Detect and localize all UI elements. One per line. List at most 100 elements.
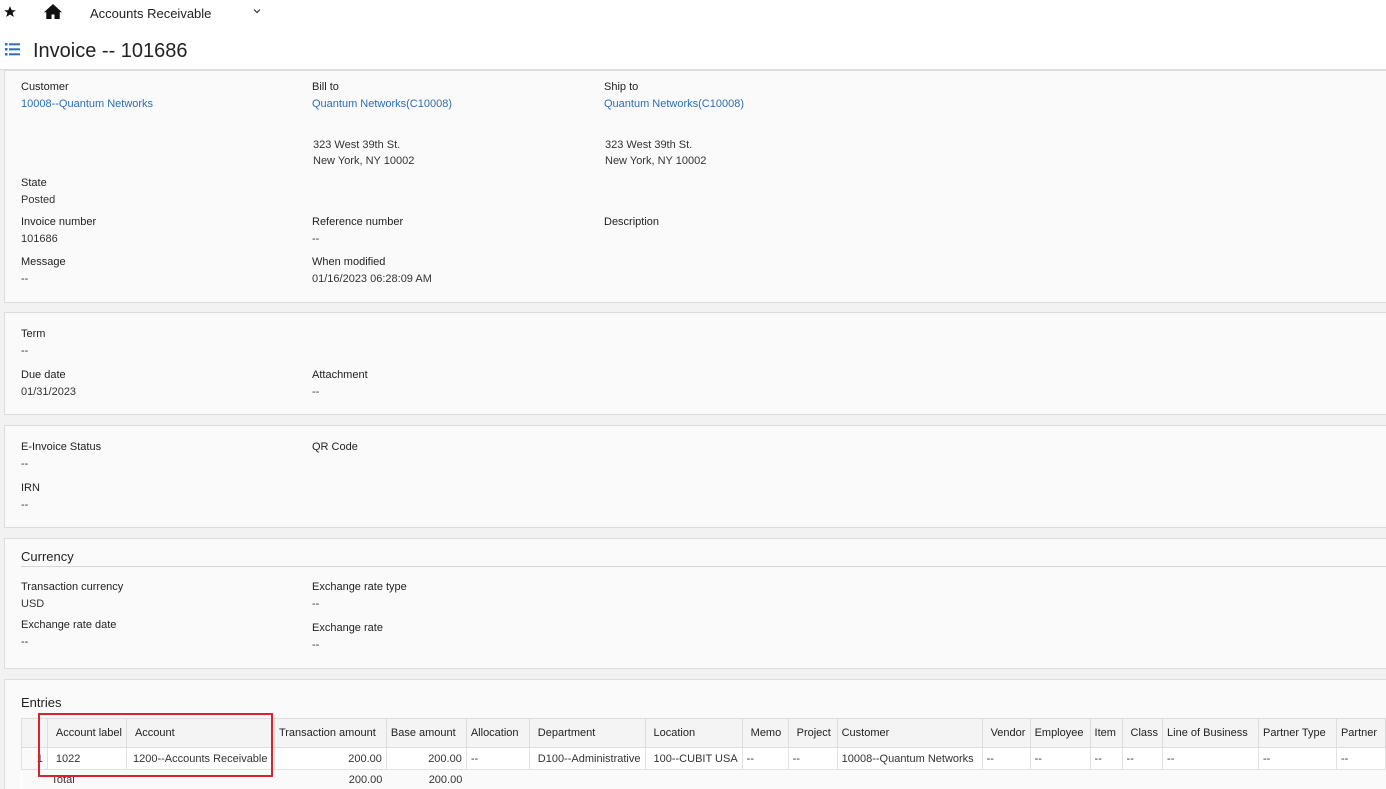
description-label: Description [604, 216, 660, 228]
invoice-number-value: 101686 [21, 233, 58, 245]
when-modified-label: When modified [312, 256, 386, 268]
col-account[interactable]: Account [125, 718, 275, 748]
ship-to-link[interactable]: Quantum Networks(C10008) [604, 97, 744, 111]
title-bar: Invoice -- 101686 [0, 26, 1386, 70]
exchange-rate-label: Exchange rate [312, 622, 383, 634]
state-value: Posted [21, 194, 56, 206]
chevron-down-icon[interactable] [252, 6, 262, 16]
module-selector[interactable]: Accounts Receivable [90, 6, 211, 21]
term-value: -- [21, 345, 29, 357]
message-label: Message [21, 256, 66, 268]
einvoice-status-field: E-Invoice Status -- [21, 440, 101, 471]
partner-cell: -- [1335, 747, 1386, 770]
exchange-rate-date-label: Exchange rate date [21, 619, 117, 631]
col-customer[interactable]: Customer [836, 718, 983, 748]
exchange-rate-date-value: -- [21, 636, 29, 648]
total-row: Total 200.00 200.00 [21, 769, 1386, 789]
invoice-number-label: Invoice number [21, 216, 97, 228]
home-icon[interactable] [44, 3, 62, 20]
account-cell: 1200--Accounts Receivable [125, 747, 275, 770]
exchange-rate-field: Exchange rate -- [312, 621, 383, 652]
state-label: State [21, 177, 47, 189]
bill-to-label: Bill to [312, 81, 339, 93]
ship-to-address: 323 West 39th St. New York, NY 10002 [605, 137, 706, 169]
exchange-rate-type-label: Exchange rate type [312, 581, 407, 593]
entries-panel: Entries Account label Account Transactio… [4, 679, 1386, 789]
employee-cell: -- [1029, 747, 1091, 770]
transaction-currency-field: Transaction currency USD [21, 580, 123, 611]
customer-label: Customer [21, 81, 69, 93]
partner-type-cell: -- [1258, 747, 1337, 770]
total-label: Total [47, 769, 127, 789]
term-field: Term -- [21, 327, 45, 358]
item-cell: -- [1089, 747, 1123, 770]
details-panel: Customer 10008--Quantum Networks Bill to… [4, 70, 1386, 303]
bill-to-link[interactable]: Quantum Networks(C10008) [312, 97, 452, 111]
term-label: Term [21, 328, 46, 340]
ship-to-label: Ship to [604, 81, 639, 93]
reference-number-label: Reference number [312, 216, 404, 228]
col-partner[interactable]: Partner [1335, 718, 1386, 748]
col-transaction-amount[interactable]: Transaction amount [273, 718, 387, 748]
einvoice-status-label: E-Invoice Status [21, 441, 102, 453]
col-memo[interactable]: Memo [741, 718, 789, 748]
description-field: Description [604, 215, 659, 229]
exchange-rate-type-value: -- [312, 598, 320, 610]
col-vendor[interactable]: Vendor [981, 718, 1031, 748]
col-row-number [21, 718, 48, 748]
col-base-amount[interactable]: Base amount [385, 718, 467, 748]
irn-field: IRN -- [21, 481, 40, 512]
irn-label: IRN [21, 482, 40, 494]
class-cell: -- [1121, 747, 1164, 770]
col-allocation[interactable]: Allocation [465, 718, 530, 748]
list-icon[interactable] [5, 43, 20, 56]
einvoice-status-value: -- [21, 458, 29, 470]
col-item[interactable]: Item [1089, 718, 1123, 748]
page-title: Invoice -- 101686 [33, 40, 188, 62]
col-line-of-business[interactable]: Line of Business [1162, 718, 1259, 748]
bill-to-address-line2: New York, NY 10002 [313, 155, 415, 167]
currency-panel: Currency Transaction currency USD Exchan… [4, 538, 1386, 669]
bill-to-address-line1: 323 West 39th St. [313, 139, 401, 151]
col-partner-type[interactable]: Partner Type [1258, 718, 1337, 748]
memo-cell: -- [741, 747, 789, 770]
exchange-rate-date-field: Exchange rate date -- [21, 618, 116, 649]
col-employee[interactable]: Employee [1029, 718, 1091, 748]
due-date-field: Due date 01/31/2023 [21, 368, 76, 399]
col-project[interactable]: Project [787, 718, 838, 748]
star-icon[interactable] [3, 5, 17, 19]
exchange-rate-value: -- [312, 639, 320, 651]
col-location[interactable]: Location [644, 718, 743, 748]
col-class[interactable]: Class [1121, 718, 1164, 748]
state-field: State Posted [21, 176, 55, 207]
entries-table: Account label Account Transaction amount… [21, 718, 1386, 789]
when-modified-field: When modified 01/16/2023 06:28:09 AM [312, 255, 432, 286]
customer-field: Customer 10008--Quantum Networks [21, 80, 153, 111]
attachment-value: -- [312, 386, 320, 398]
allocation-cell: -- [465, 747, 530, 770]
currency-section-title: Currency [21, 549, 74, 564]
row-number-cell: 1 [21, 747, 48, 770]
transaction-amount-cell: 200.00 [273, 747, 387, 770]
total-base-amount: 200.00 [386, 769, 467, 789]
bill-to-field: Bill to Quantum Networks(C10008) [312, 80, 452, 111]
attachment-label: Attachment [312, 369, 368, 381]
col-account-label[interactable]: Account label [46, 718, 127, 748]
ship-to-address-line2: New York, NY 10002 [605, 155, 707, 167]
due-date-value: 01/31/2023 [21, 386, 77, 398]
transaction-currency-label: Transaction currency [21, 581, 124, 593]
entries-section-title: Entries [21, 695, 62, 710]
attachment-field: Attachment -- [312, 368, 368, 399]
ship-to-field: Ship to Quantum Networks(C10008) [604, 80, 744, 111]
customer-link[interactable]: 10008--Quantum Networks [21, 97, 153, 111]
col-department[interactable]: Department [528, 718, 646, 748]
vendor-cell: -- [981, 747, 1031, 770]
customer-cell: 10008--Quantum Networks [836, 747, 983, 770]
top-bar: Accounts Receivable [0, 0, 1386, 26]
total-transaction-amount: 200.00 [274, 769, 387, 789]
terms-panel: Term -- Due date 01/31/2023 Attachment -… [4, 312, 1386, 415]
message-value: -- [21, 273, 29, 285]
project-cell: -- [787, 747, 838, 770]
transaction-currency-value: USD [21, 598, 45, 610]
table-row[interactable]: 1 1022 1200--Accounts Receivable 200.00 … [21, 747, 1386, 770]
